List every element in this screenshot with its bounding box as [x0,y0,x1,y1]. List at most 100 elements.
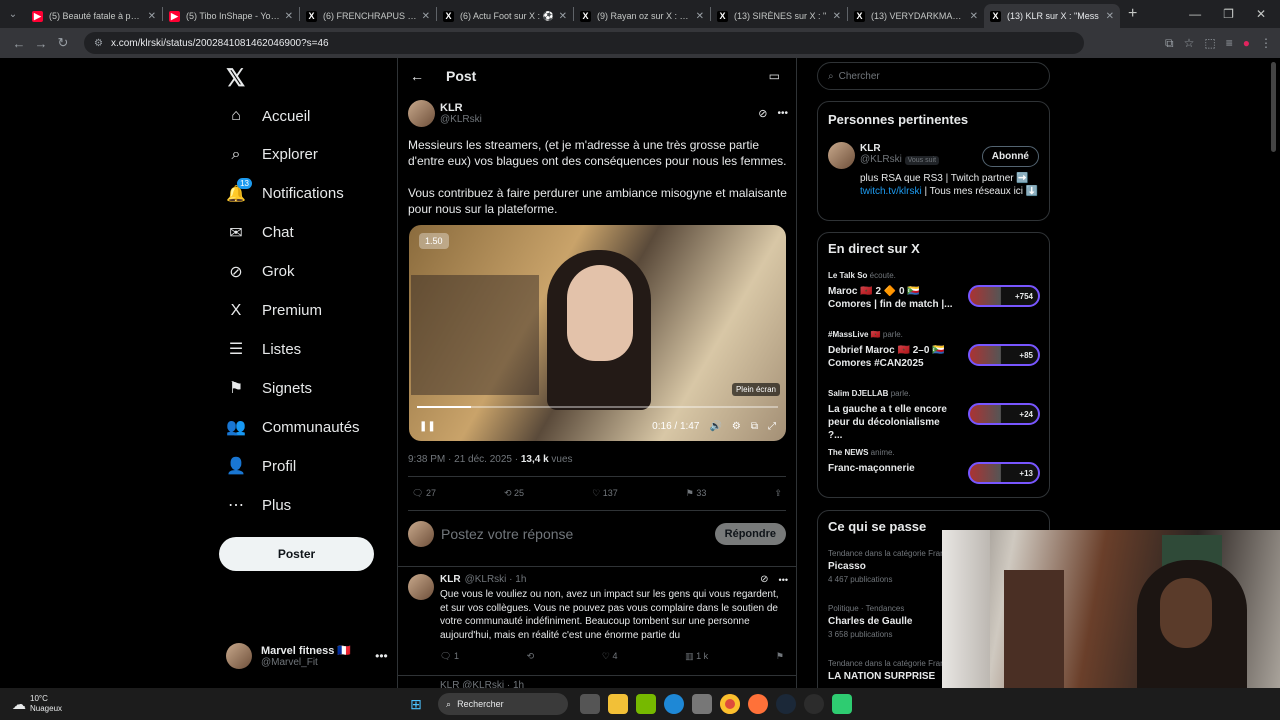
browser-tab[interactable]: X (6) Actu Foot sur X : ⚽ ✕ [437,4,573,28]
browser-tab[interactable]: X (13) KLR sur X : "Mess ✕ [984,4,1120,28]
post-timestamp[interactable]: 9:38 PM · 21 déc. 2025 · [408,454,521,465]
reply-author-handle[interactable]: @KLRski · 1h [465,574,527,585]
sidebar-item-premium[interactable]: X Premium [226,301,322,321]
browser-tab[interactable]: X (13) SIRÈNES sur X : " ✕ [711,4,847,28]
grok-icon[interactable]: ⊘ [758,107,767,120]
reload-icon[interactable]: ↻ [52,35,74,51]
scrollbar[interactable] [1271,62,1276,152]
sidebar-item-communautés[interactable]: 👥 Communautés [226,417,360,437]
video-progress-track[interactable] [417,406,778,408]
sidebar-item-accueil[interactable]: ⌂ Accueil [226,106,310,126]
close-window-icon[interactable]: ✕ [1256,7,1266,21]
tab-close-icon[interactable]: ✕ [696,11,704,22]
search-box[interactable]: ⌕ Chercher [817,62,1050,90]
obs-icon[interactable] [804,694,825,714]
extensions-icon[interactable]: ⬚ [1204,36,1215,51]
volume-icon[interactable]: 🔊 [709,421,721,432]
edge-icon[interactable] [664,694,685,714]
steam-icon[interactable] [776,694,797,714]
tab-close-icon[interactable]: ✕ [422,11,430,22]
bookmark-action[interactable]: ⚑ 33 [686,488,707,499]
pause-icon[interactable]: ❚❚ [419,421,436,432]
start-icon[interactable]: ⊞ [406,694,426,714]
tab-close-icon[interactable]: ✕ [970,11,978,22]
site-info-icon[interactable]: ⚙ [94,38,103,49]
more-icon[interactable]: ••• [375,649,388,663]
views-action[interactable]: ▥ 1 k [685,651,708,662]
sidebar-item-listes[interactable]: ☰ Listes [226,339,301,359]
reply-post[interactable]: KLR @KLRski · 1h ⊘ ••• Que vous le vouli… [408,574,788,662]
follow-button[interactable]: Abonné [981,146,1039,167]
tab-close-icon[interactable]: ✕ [559,11,567,22]
repost-icon[interactable]: ⟲ [527,651,535,662]
pip-icon[interactable]: ⧉ [751,421,758,432]
sidebar-item-profil[interactable]: 👤 Profil [226,456,296,476]
new-tab-button[interactable]: + [1128,5,1137,23]
task-view-icon[interactable] [580,694,601,714]
sidebar-item-explorer[interactable]: ⌕ Explorer [226,145,318,165]
sidebar-item-plus[interactable]: ⋯ Plus [226,495,291,515]
sidebar-item-grok[interactable]: ⊘ Grok [226,262,294,282]
tab-close-icon[interactable]: ✕ [1106,11,1114,22]
media-icon[interactable]: ≡ [1226,36,1233,51]
nvidia-icon[interactable] [636,694,657,714]
forward-icon[interactable]: → [30,36,52,51]
grok-icon[interactable]: ⊘ [760,574,768,585]
reply-input[interactable]: Postez votre réponse [441,526,573,542]
like-action[interactable]: ♡ 4 [602,651,618,662]
firefox-icon[interactable] [748,694,769,714]
listeners-pill[interactable]: +754 [968,285,1040,307]
file-explorer-icon[interactable] [608,694,629,714]
repost-action[interactable]: ⟲ 25 [504,488,524,499]
live-item[interactable]: The NEWS anime. Franc-maçonnerie +13 [828,448,1040,484]
x-logo[interactable]: 𝕏 [226,64,245,93]
account-switcher[interactable]: Marvel fitness 🇫🇷 @Marvel_Fit ••• [226,643,388,669]
avatar[interactable] [828,142,855,169]
listeners-pill[interactable]: +24 [968,403,1040,425]
install-icon[interactable]: ⧉ [1165,36,1174,51]
tab-close-icon[interactable]: ✕ [285,11,293,22]
app-icon[interactable] [832,694,853,714]
sidebar-item-chat[interactable]: ✉ Chat [226,223,293,243]
avatar[interactable] [408,574,434,600]
more-icon[interactable]: ••• [777,108,788,119]
sidebar-item-notifications[interactable]: 🔔 13 Notifications [226,177,344,204]
sidebar-item-signets[interactable]: ⚑ Signets [226,378,312,398]
live-item[interactable]: #MassLive 🇲🇦 parle. Debrief Maroc 🇲🇦 2–0 … [828,330,1040,370]
weather-widget[interactable]: ☁ 10°C Nuageux [12,694,62,714]
post-button[interactable]: Poster [219,537,374,571]
person-name[interactable]: KLR [860,143,939,154]
browser-tab[interactable]: X (9) Rayan oz sur X : "Mém ✕ [574,4,710,28]
reply-action[interactable]: 🗨 1 [440,651,459,662]
browser-tab[interactable]: X (13) VERYDARKMAN sur ✕ [848,4,984,28]
person-handle[interactable]: @KLRski [860,154,902,165]
fullscreen-icon[interactable]: ⤢ [768,421,776,432]
address-bar[interactable]: ⚙ x.com/klrski/status/200284108146204690… [84,32,1084,54]
tab-close-icon[interactable]: ✕ [148,11,156,22]
minimize-icon[interactable]: — [1189,7,1201,21]
video-player[interactable]: 1.50 Plein écran ❚❚ 0:16 / 1:47 🔊 ⚙ ⧉ ⤢ [409,225,786,441]
listeners-pill[interactable]: +85 [968,344,1040,366]
tab-close-icon[interactable]: ✕ [833,11,841,22]
taskbar-search[interactable]: ⌕ Rechercher [438,693,569,715]
store-icon[interactable] [692,694,713,714]
author-handle[interactable]: @KLRski [440,114,482,125]
search-input[interactable]: Chercher [839,71,880,82]
tab-search-button[interactable]: ⌄ [0,9,26,20]
avatar[interactable] [408,100,435,127]
browser-tab[interactable]: X (6) FRENCHRAPUS us sur ✕ [300,4,436,28]
back-icon[interactable]: ← [8,36,30,51]
bookmark-star-icon[interactable]: ☆ [1184,36,1195,51]
listeners-pill[interactable]: +13 [968,462,1040,484]
live-item[interactable]: Salim DJELLAB parle. La gauche a t elle e… [828,389,1040,442]
more-icon[interactable]: ••• [779,575,788,585]
restore-icon[interactable]: ❐ [1223,7,1234,21]
reply-author-name[interactable]: KLR [440,574,461,585]
settings-icon[interactable]: ⚙ [732,421,741,432]
bio-link[interactable]: twitch.tv/klrski [860,186,922,197]
bookmark-icon[interactable]: ⚑ [776,651,784,662]
back-arrow-icon[interactable]: ← [410,68,424,84]
next-reply-handle[interactable]: KLR @KLRski · 1h [440,680,524,688]
chrome-icon[interactable] [720,694,741,714]
reply-button[interactable]: Répondre [714,523,786,545]
